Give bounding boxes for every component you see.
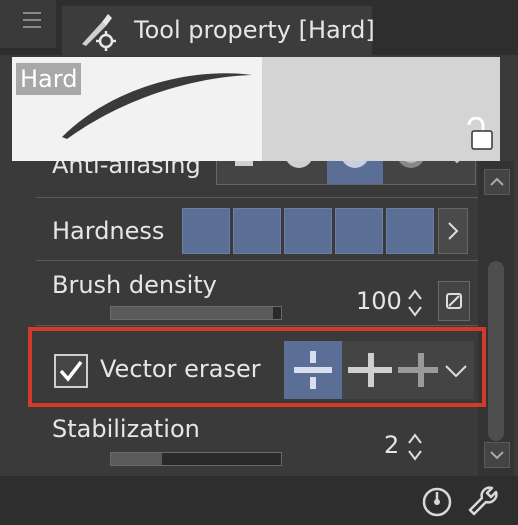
- anti-aliasing-label: Anti-aliasing: [52, 161, 201, 179]
- tab-bar: Tool property [Hard]: [0, 0, 518, 55]
- tab-title: Tool property [Hard]: [134, 16, 375, 44]
- wrench-icon[interactable]: [464, 482, 502, 520]
- reset-icon: [446, 293, 462, 309]
- stabilization-label: Stabilization: [52, 415, 200, 443]
- brush-settings-icon: [82, 14, 116, 51]
- brush-density-slider-fill: [111, 307, 273, 319]
- hardness-selector[interactable]: [182, 208, 437, 254]
- chevron-up-icon: [490, 177, 504, 186]
- brush-density-label: Brush density: [52, 271, 217, 299]
- panel-footer: [0, 476, 518, 525]
- scrollbar[interactable]: [478, 161, 514, 476]
- scroll-up-button[interactable]: [484, 169, 510, 195]
- preview-label: Hard: [16, 63, 82, 95]
- chevron-down-icon: [445, 365, 467, 378]
- scroll-down-button[interactable]: [484, 442, 510, 468]
- tab-tool-property[interactable]: Tool property [Hard]: [62, 6, 375, 55]
- menu-button[interactable]: [0, 0, 56, 48]
- lock-icon[interactable]: [464, 117, 494, 151]
- stabilization-value[interactable]: 2: [384, 431, 399, 459]
- menu-icon: [23, 12, 41, 14]
- scroll-thumb[interactable]: [488, 261, 504, 441]
- gauge-icon[interactable]: [418, 482, 456, 520]
- hardness-level-4[interactable]: [335, 208, 383, 254]
- stabilization-slider-fill: [111, 453, 162, 465]
- chevron-right-icon: [448, 222, 459, 240]
- hardness-expand-button[interactable]: [438, 208, 468, 254]
- brush-density-value[interactable]: 100: [356, 287, 402, 315]
- checkmark-icon: [59, 360, 83, 382]
- stabilization-slider[interactable]: [110, 452, 282, 466]
- vector-eraser-dropdown[interactable]: [438, 341, 474, 399]
- hardness-level-5[interactable]: [386, 208, 434, 254]
- chevron-down-icon: [490, 451, 504, 460]
- anti-aliasing-selector[interactable]: [216, 161, 476, 185]
- stabilization-spinner-icon[interactable]: [406, 429, 424, 465]
- brush-preview: Hard: [12, 57, 500, 161]
- hardness-level-3[interactable]: [284, 208, 332, 254]
- property-list: Anti-aliasing Hardness Brush density 100: [0, 161, 518, 476]
- hardness-level-2[interactable]: [233, 208, 281, 254]
- brush-density-reset-button[interactable]: [438, 281, 470, 321]
- vector-eraser-mode-touched[interactable]: [284, 341, 342, 399]
- vector-eraser-checkbox[interactable]: [54, 354, 88, 388]
- brush-density-spinner-icon[interactable]: [406, 285, 424, 321]
- erase-touched-icon: [294, 351, 332, 389]
- brush-density-slider[interactable]: [110, 306, 282, 320]
- hardness-label: Hardness: [52, 217, 165, 245]
- hardness-level-1[interactable]: [182, 208, 230, 254]
- vector-eraser-label: Vector eraser: [100, 355, 261, 383]
